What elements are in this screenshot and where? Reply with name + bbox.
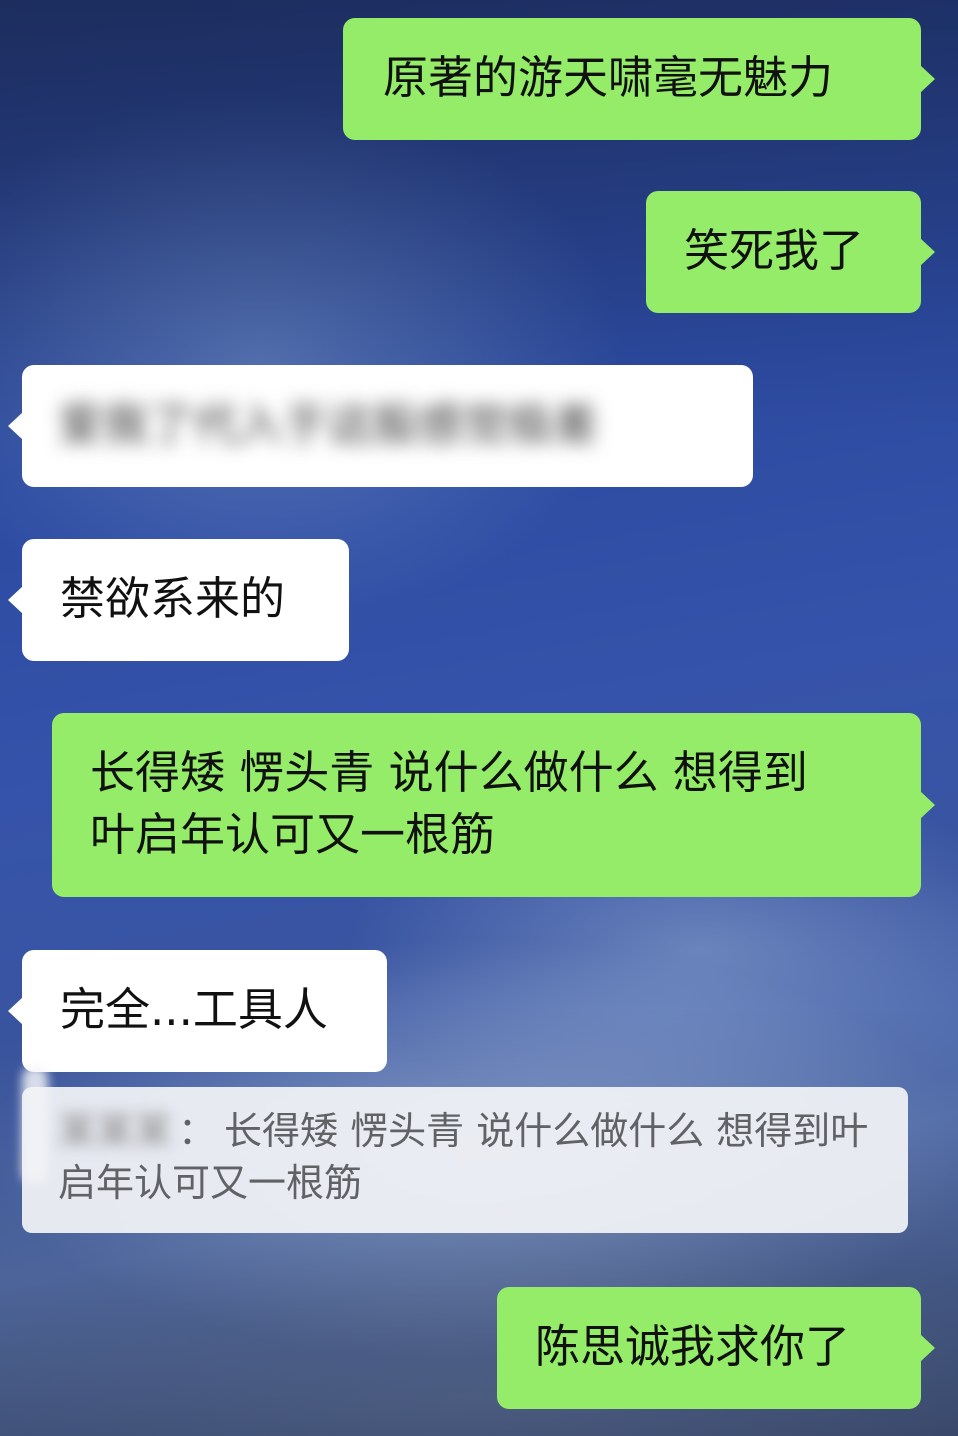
quoted-text-line: 长得矮 愣头青 说什么做什么 想得到叶 xyxy=(224,1109,869,1153)
message-bubble-sent[interactable]: 原著的游天啸毫无魅力 xyxy=(343,18,935,140)
message-text: 禁欲系来的 xyxy=(60,572,286,625)
message-text-blurred: 爱我了代入于这股感觉极差 xyxy=(58,398,599,451)
message-text-line: 叶启年认可又一根筋 xyxy=(90,808,496,861)
message-text: 完全...工具人 xyxy=(60,983,328,1036)
message-bubble-received[interactable]: 禁欲系来的 xyxy=(8,539,349,661)
message-bubble-sent[interactable]: 陈思诚我求你了 xyxy=(497,1287,935,1409)
message-bubble-sent[interactable]: 长得矮 愣头青 说什么做什么 想得到 叶启年认可又一根筋 xyxy=(52,713,935,897)
message-bubble-received[interactable]: 完全...工具人 xyxy=(8,950,387,1072)
message-bubble-sent[interactable]: 笑死我了 xyxy=(646,191,935,313)
quoted-text-line: 启年认可又一根筋 xyxy=(58,1161,363,1205)
quote-separator: ： xyxy=(178,1109,217,1153)
message-text: 笑死我了 xyxy=(684,224,865,277)
message-text: 原著的游天啸毫无魅力 xyxy=(383,51,834,104)
message-bubble-received[interactable]: 爱我了代入于这股感觉极差 xyxy=(8,365,753,487)
message-text-line: 长得矮 愣头青 说什么做什么 想得到 xyxy=(90,746,808,799)
message-text: 陈思诚我求你了 xyxy=(535,1320,851,1373)
quoted-sender: 某某某 xyxy=(58,1109,173,1153)
quoted-reply[interactable]: 某某某：长得矮 愣头青 说什么做什么 想得到叶 启年认可又一根筋 xyxy=(22,1087,908,1233)
